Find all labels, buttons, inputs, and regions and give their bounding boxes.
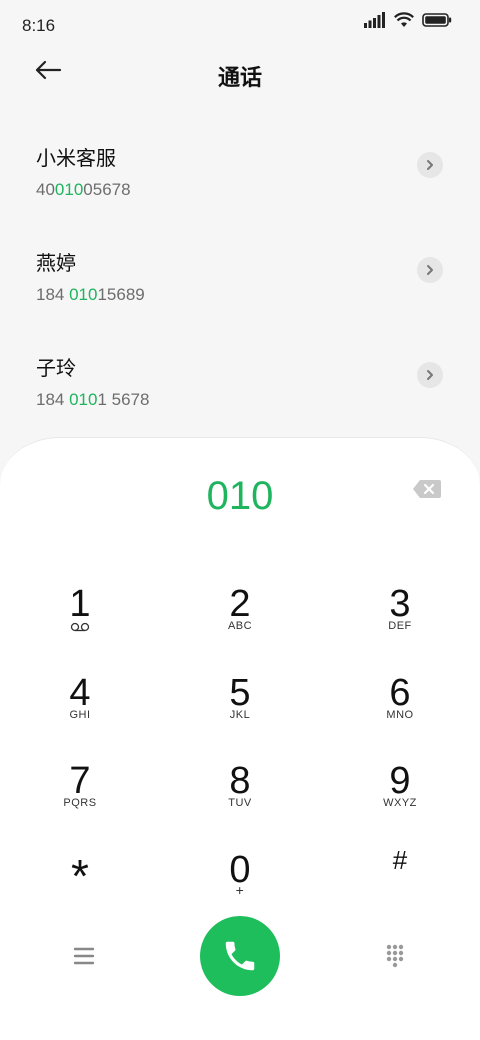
key-hash[interactable]: # bbox=[340, 814, 460, 894]
number-prefix: 40 bbox=[36, 180, 55, 199]
key-star[interactable]: * bbox=[20, 828, 140, 908]
key-digit: 4 bbox=[69, 672, 91, 714]
key-letters: ABC bbox=[227, 620, 253, 632]
key-digit: 6 bbox=[389, 672, 411, 714]
key-letters: TUV bbox=[228, 797, 252, 809]
key-8[interactable]: 8 TUV bbox=[180, 735, 300, 815]
number-suffix: 15689 bbox=[97, 285, 145, 304]
number-prefix: 184 bbox=[36, 285, 70, 304]
contact-detail-button[interactable] bbox=[417, 152, 443, 178]
page-title: 通话 bbox=[217, 66, 262, 91]
contact-number: 184 0101 5678 bbox=[36, 390, 149, 410]
key-letters: WXYZ bbox=[383, 797, 417, 809]
key-letters: JKL bbox=[229, 709, 251, 721]
key-digit: # bbox=[392, 845, 408, 875]
voicemail-icon bbox=[70, 622, 90, 632]
contact-item[interactable]: 燕婷 184 01015689 bbox=[0, 217, 480, 322]
contact-name: 燕婷 bbox=[36, 251, 76, 275]
contact-number: 184 01015689 bbox=[36, 285, 145, 305]
phone-icon bbox=[225, 941, 255, 971]
key-4[interactable]: 4 GHI bbox=[20, 647, 140, 727]
status-bar: 8:16 bbox=[0, 0, 480, 50]
key-digit: 8 bbox=[229, 760, 251, 802]
key-9[interactable]: 9 WXYZ bbox=[340, 735, 460, 815]
key-letters: + bbox=[235, 882, 245, 898]
number-suffix: 05678 bbox=[83, 180, 131, 199]
menu-button[interactable] bbox=[68, 944, 100, 968]
number-suffix: 1 5678 bbox=[97, 390, 150, 409]
key-digit: 3 bbox=[389, 583, 411, 625]
key-3[interactable]: 3 DEF bbox=[340, 558, 460, 638]
call-button[interactable] bbox=[200, 916, 280, 996]
chevron-right-icon bbox=[427, 265, 433, 275]
number-prefix: 184 bbox=[36, 390, 70, 409]
keypad-toggle-button[interactable] bbox=[380, 942, 410, 972]
menu-icon bbox=[73, 947, 95, 965]
key-digit: * bbox=[71, 850, 89, 902]
header: 通话 bbox=[0, 50, 480, 100]
key-2[interactable]: 2 ABC bbox=[180, 558, 300, 638]
key-digit: 1 bbox=[69, 583, 91, 625]
number-match-highlight: 010 bbox=[54, 180, 84, 199]
status-time: 8:16 bbox=[22, 16, 56, 35]
key-7[interactable]: 7 PQRS bbox=[20, 735, 140, 815]
backspace-icon bbox=[413, 480, 441, 498]
key-1[interactable]: 1 bbox=[20, 558, 140, 638]
backspace-button[interactable] bbox=[412, 478, 442, 500]
contact-number: 4001005678 bbox=[36, 180, 131, 200]
key-digit: 7 bbox=[69, 760, 91, 802]
contact-detail-button[interactable] bbox=[417, 362, 443, 388]
contact-name: 小米客服 bbox=[36, 146, 116, 170]
key-letters: MNO bbox=[386, 709, 414, 721]
key-5[interactable]: 5 JKL bbox=[180, 647, 300, 727]
key-digit: 9 bbox=[389, 760, 411, 802]
contact-item[interactable]: 小米客服 4001005678 bbox=[0, 112, 480, 217]
chevron-right-icon bbox=[427, 370, 433, 380]
battery-icon bbox=[422, 13, 452, 27]
dialed-number-display: 010 bbox=[206, 474, 274, 518]
number-match-highlight: 010 bbox=[69, 390, 98, 409]
key-letters: PQRS bbox=[63, 797, 97, 809]
key-0[interactable]: 0 + bbox=[180, 824, 300, 904]
key-6[interactable]: 6 MNO bbox=[340, 647, 460, 727]
contact-list: 小米客服 4001005678 燕婷 184 01015689 子玲 184 0… bbox=[0, 112, 480, 427]
dialpad-icon bbox=[386, 944, 404, 968]
key-digit: 5 bbox=[229, 672, 251, 714]
dialer-panel: 010 1 2 ABC 3 DEF 4 GHI 5 JKL 6 MNO 7 PQ… bbox=[0, 437, 480, 1040]
wifi-icon bbox=[394, 12, 414, 27]
key-letters: GHI bbox=[69, 709, 91, 721]
signal-icon bbox=[364, 12, 385, 28]
key-letters: DEF bbox=[388, 620, 412, 632]
bottom-action-bar bbox=[0, 916, 480, 996]
key-digit: 2 bbox=[229, 583, 251, 625]
contact-name: 子玲 bbox=[36, 356, 76, 380]
contact-item[interactable]: 子玲 184 0101 5678 bbox=[0, 322, 480, 427]
contact-detail-button[interactable] bbox=[417, 257, 443, 283]
status-icons bbox=[364, 12, 452, 28]
chevron-right-icon bbox=[427, 160, 433, 170]
number-match-highlight: 010 bbox=[69, 285, 98, 304]
